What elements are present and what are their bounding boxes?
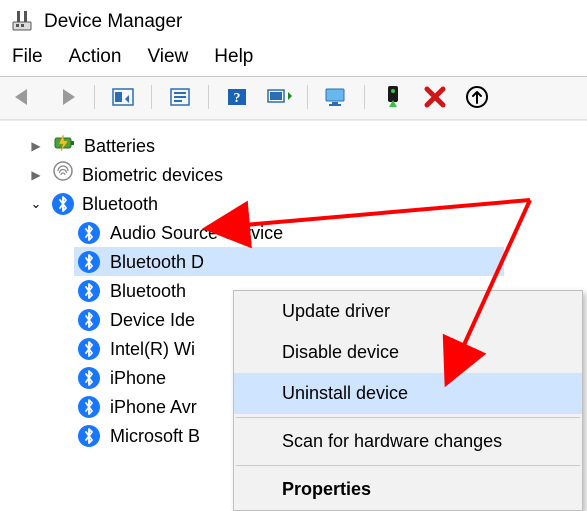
show-hide-tree-button[interactable] [109, 83, 137, 111]
titlebar: Device Manager [0, 0, 587, 42]
enable-device-button[interactable] [379, 83, 407, 111]
battery-icon [52, 131, 76, 161]
chevron-right-icon[interactable]: ▶ [28, 161, 44, 189]
tree-label: iPhone [110, 364, 166, 392]
scan-button[interactable] [265, 83, 293, 111]
toolbar: ? [0, 77, 587, 119]
bluetooth-icon [78, 251, 100, 273]
tree-label: Biometric devices [82, 161, 223, 189]
tree-label: Device Ide [110, 306, 195, 334]
tree-item-bt-child-selected[interactable]: Bluetooth D [74, 247, 504, 276]
ctx-update-driver[interactable]: Update driver [234, 291, 582, 332]
bluetooth-icon [78, 222, 100, 244]
menu-file[interactable]: File [12, 46, 43, 68]
bluetooth-icon [78, 280, 100, 302]
tree-label: iPhone Avr [110, 393, 197, 421]
bluetooth-icon [52, 193, 74, 215]
tree-label: Bluetooth D [110, 248, 204, 276]
separator [236, 417, 580, 418]
ctx-scan-hardware[interactable]: Scan for hardware changes [234, 421, 582, 462]
menu-action[interactable]: Action [69, 46, 122, 68]
app-icon [10, 8, 34, 36]
ctx-disable-device[interactable]: Disable device [234, 332, 582, 373]
tree-item-batteries[interactable]: ▶ Batteries [28, 131, 587, 160]
forward-button[interactable] [52, 83, 80, 111]
ctx-uninstall-device[interactable]: Uninstall device [234, 373, 582, 414]
bluetooth-icon [78, 367, 100, 389]
disable-device-button[interactable] [421, 83, 449, 111]
bluetooth-icon [78, 396, 100, 418]
chevron-down-icon[interactable]: ⌄ [28, 190, 44, 218]
help-button[interactable]: ? [223, 83, 251, 111]
properties-button[interactable] [166, 83, 194, 111]
tree-item-biometric[interactable]: ▶ Biometric devices [28, 160, 587, 189]
svg-text:?: ? [234, 91, 241, 106]
back-button[interactable] [10, 83, 38, 111]
bluetooth-icon [78, 309, 100, 331]
ctx-properties[interactable]: Properties [234, 469, 582, 510]
monitor-button[interactable] [322, 83, 350, 111]
menubar: File Action View Help [0, 42, 587, 76]
tree-item-bt-child[interactable]: Audio Source Service [74, 218, 587, 247]
window-title: Device Manager [44, 11, 182, 33]
tree-label: Intel(R) Wi [110, 335, 195, 363]
update-driver-button[interactable] [463, 83, 491, 111]
tree-label: Microsoft B [110, 422, 200, 450]
menu-view[interactable]: View [147, 46, 188, 68]
tree-label: Bluetooth [82, 190, 158, 218]
tree-item-bluetooth[interactable]: ⌄ Bluetooth [28, 189, 587, 218]
bluetooth-icon [78, 425, 100, 447]
tree-label: Batteries [84, 132, 155, 160]
tree-label: Audio Source Service [110, 219, 283, 247]
context-menu: Update driver Disable device Uninstall d… [233, 290, 583, 511]
menu-help[interactable]: Help [214, 46, 253, 68]
chevron-right-icon[interactable]: ▶ [28, 132, 44, 160]
fingerprint-icon [52, 160, 74, 190]
separator [236, 465, 580, 466]
bluetooth-icon [78, 338, 100, 360]
tree-label: Bluetooth [110, 277, 186, 305]
